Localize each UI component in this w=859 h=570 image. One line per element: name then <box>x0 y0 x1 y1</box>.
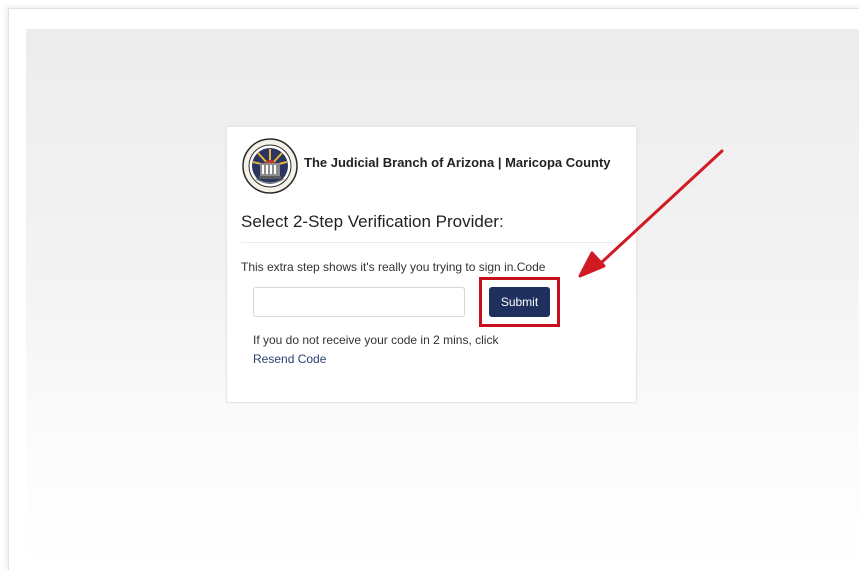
court-seal-icon <box>242 138 298 194</box>
resend-code-link[interactable]: Resend Code <box>253 352 326 366</box>
submit-button[interactable]: Submit <box>489 287 550 317</box>
help-text-block: If you do not receive your code in 2 min… <box>253 331 498 369</box>
help-text: If you do not receive your code in 2 min… <box>253 333 499 347</box>
verification-code-input[interactable] <box>253 287 465 317</box>
divider <box>241 242 621 243</box>
organization-name: The Judicial Branch of Arizona | Maricop… <box>304 155 611 170</box>
verification-card: The Judicial Branch of Arizona | Maricop… <box>226 126 637 403</box>
description-text: This extra step shows it's really you tr… <box>241 260 546 274</box>
page-title: Select 2-Step Verification Provider: <box>241 212 504 231</box>
